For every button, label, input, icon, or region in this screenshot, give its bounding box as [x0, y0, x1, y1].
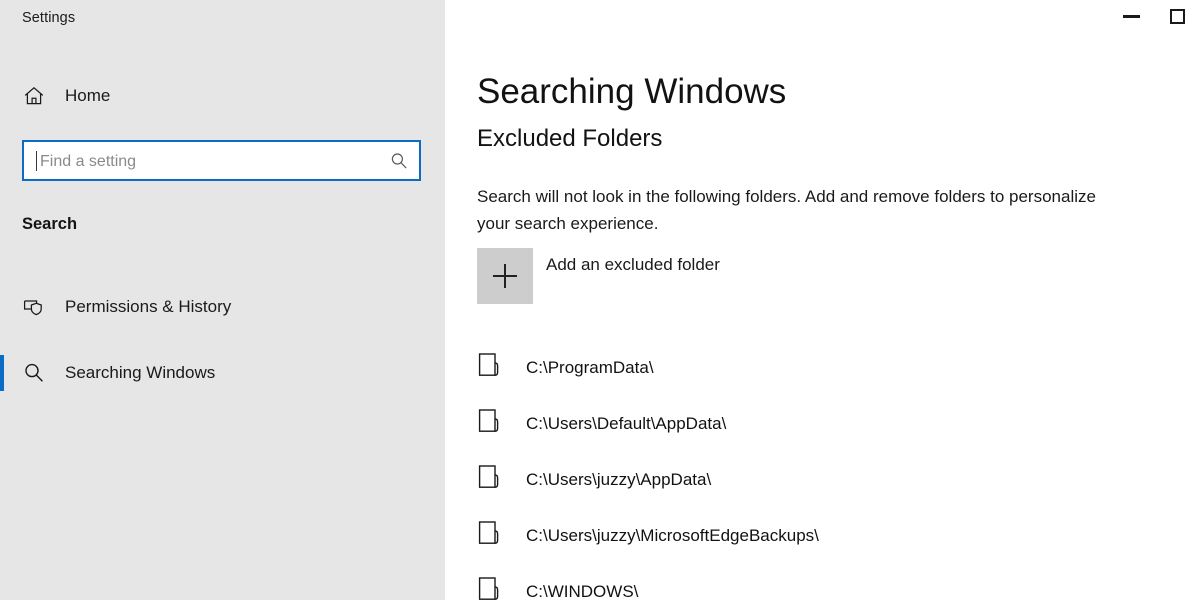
title-bar: Settings	[0, 0, 1200, 34]
search-icon	[389, 151, 409, 171]
home-icon	[21, 83, 47, 109]
search-input[interactable]: Find a setting	[22, 140, 421, 181]
sidebar: Home Find a setting Search Permissions &	[0, 0, 445, 600]
list-item[interactable]: C:\Users\juzzy\MicrosoftEdgeBackups\	[477, 512, 1177, 568]
maximize-button[interactable]	[1154, 0, 1200, 32]
minimize-icon	[1123, 15, 1140, 18]
folder-icon	[478, 408, 504, 436]
caption-button-group	[1108, 0, 1200, 34]
content-pane: Searching Windows Excluded Folders Searc…	[445, 0, 1200, 600]
folder-icon	[478, 520, 504, 548]
add-excluded-folder-label: Add an excluded folder	[546, 253, 720, 276]
sidebar-item-searching-windows[interactable]: Searching Windows	[0, 353, 445, 393]
sidebar-item-permissions-history-label: Permissions & History	[65, 296, 231, 318]
sidebar-item-searching-windows-label: Searching Windows	[65, 362, 215, 384]
page-description: Search will not look in the following fo…	[477, 183, 1102, 237]
folder-path: C:\Users\Default\AppData\	[526, 412, 726, 435]
folder-path: C:\Users\juzzy\MicrosoftEdgeBackups\	[526, 524, 819, 547]
add-excluded-folder-button[interactable]: Add an excluded folder	[477, 248, 877, 304]
search-icon	[21, 360, 47, 386]
folder-icon	[478, 464, 504, 492]
folder-icon	[478, 576, 504, 600]
sidebar-item-home-label: Home	[65, 85, 110, 107]
search-input-placeholder: Find a setting	[40, 151, 136, 172]
sidebar-section-header: Search	[22, 213, 77, 235]
maximize-icon	[1170, 9, 1185, 24]
permissions-shield-icon	[21, 294, 47, 320]
list-item[interactable]: C:\WINDOWS\	[477, 568, 1177, 600]
settings-window: Settings Home Find a setting	[0, 0, 1200, 600]
minimize-button[interactable]	[1108, 0, 1154, 32]
page-title: Searching Windows	[477, 70, 786, 114]
text-caret	[36, 151, 37, 171]
sidebar-item-permissions-history[interactable]: Permissions & History	[0, 287, 445, 327]
folder-path: C:\WINDOWS\	[526, 580, 638, 600]
list-item[interactable]: C:\ProgramData\	[477, 344, 1177, 400]
list-item[interactable]: C:\Users\Default\AppData\	[477, 400, 1177, 456]
plus-icon	[477, 248, 533, 304]
excluded-folder-list: C:\ProgramData\ C:\Users\Default\AppData…	[477, 344, 1177, 600]
folder-path: C:\Users\juzzy\AppData\	[526, 468, 711, 491]
window-caption: Settings	[22, 9, 75, 27]
page-subtitle: Excluded Folders	[477, 123, 662, 155]
folder-icon	[478, 352, 504, 380]
list-item[interactable]: C:\Users\juzzy\AppData\	[477, 456, 1177, 512]
sidebar-item-home[interactable]: Home	[0, 76, 445, 116]
folder-path: C:\ProgramData\	[526, 356, 654, 379]
